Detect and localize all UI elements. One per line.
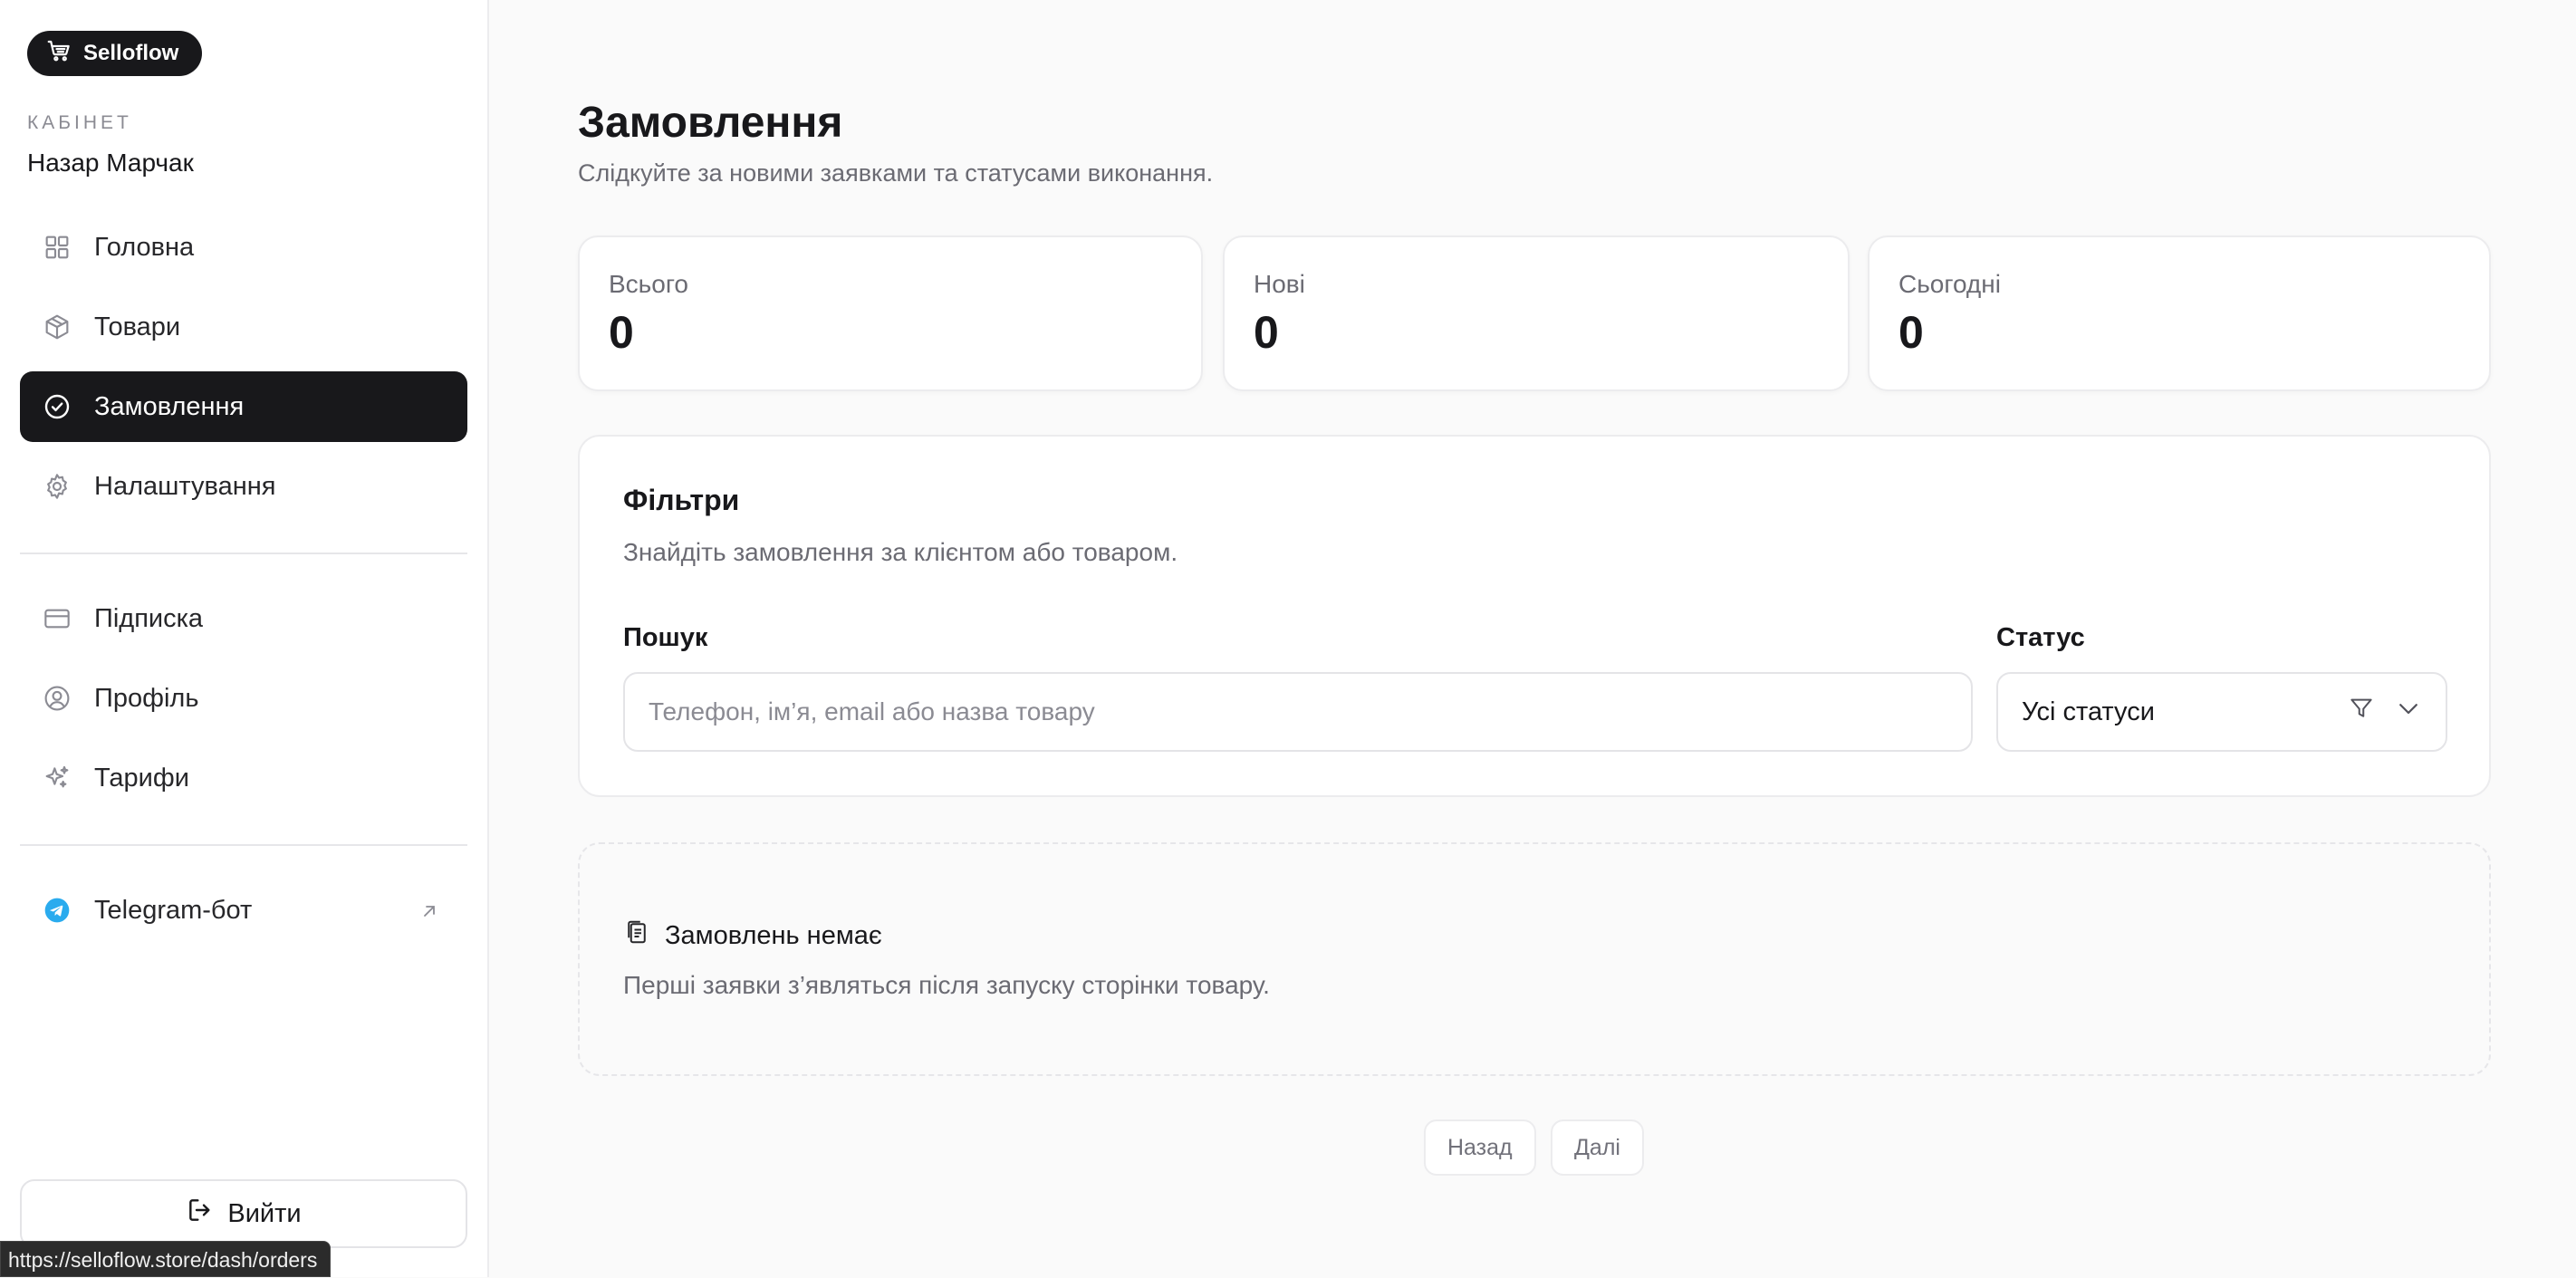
status-url: https://selloflow.store/dash/orders <box>0 1241 332 1277</box>
gear-icon <box>42 471 72 502</box>
sidebar: Selloflow КАБІНЕТ Назар Марчак Головна Т… <box>0 0 489 1277</box>
sidebar-item-label: Товари <box>94 312 181 341</box>
search-input[interactable] <box>623 672 1973 752</box>
sidebar-item-label: Головна <box>94 232 195 262</box>
status-select[interactable]: Усі статуси <box>1996 672 2447 752</box>
sidebar-item-label: Тарифи <box>94 763 189 793</box>
sidebar-divider <box>20 553 467 554</box>
main-content: Замовлення Слідкуйте за новими заявками … <box>489 0 2576 1277</box>
arrow-up-right-icon <box>418 899 440 921</box>
sidebar-item-telegram-bot[interactable]: Telegram-бот <box>20 875 467 946</box>
stat-value: 0 <box>1898 307 1924 358</box>
brand-logo[interactable]: Selloflow <box>27 31 203 76</box>
grid-icon <box>42 232 72 263</box>
box-icon <box>42 312 72 342</box>
user-name: Назар Марчак <box>27 149 194 177</box>
sidebar-item-profile[interactable]: Профіль <box>20 663 467 734</box>
page-title: Замовлення <box>578 99 843 147</box>
stat-value: 0 <box>609 307 634 358</box>
next-page-button[interactable]: Далі <box>1551 1119 1644 1176</box>
page-subtitle: Слідкуйте за новими заявками та статусам… <box>578 159 1214 187</box>
sidebar-item-label: Telegram-бот <box>94 895 253 925</box>
search-label: Пошук <box>623 623 708 652</box>
sidebar-item-pricing[interactable]: Тарифи <box>20 743 467 813</box>
user-circle-icon <box>42 683 72 714</box>
stat-label: Сьогодні <box>1898 270 2001 298</box>
filters-subtitle: Знайдіть замовлення за клієнтом або това… <box>623 538 1178 566</box>
brand-name: Selloflow <box>83 41 179 65</box>
chevron-down-icon <box>2395 695 2422 729</box>
empty-state-title: Замовлень немає <box>665 920 882 950</box>
sidebar-item-label: Налаштування <box>94 471 276 501</box>
sidebar-item-home[interactable]: Головна <box>20 212 467 283</box>
stat-value: 0 <box>1254 307 1279 358</box>
sparkles-icon <box>42 763 72 793</box>
account-section-label: КАБІНЕТ <box>27 112 132 133</box>
sidebar-item-settings[interactable]: Налаштування <box>20 451 467 522</box>
cart-icon <box>45 37 72 71</box>
logout-label: Вийти <box>227 1198 302 1228</box>
sidebar-item-label: Замовлення <box>94 391 245 421</box>
stat-label: Всього <box>609 270 689 298</box>
telegram-icon <box>42 895 72 926</box>
status-select-value: Усі статуси <box>2022 697 2155 726</box>
stat-card-new: Нові 0 <box>1223 235 1850 391</box>
filters-title: Фільтри <box>623 484 740 516</box>
sidebar-item-orders[interactable]: Замовлення <box>20 371 467 442</box>
empty-state-subtitle: Перші заявки з’являться після запуску ст… <box>623 971 1270 999</box>
empty-state: Замовлень немає Перші заявки з’являться … <box>578 842 2491 1076</box>
sidebar-item-label: Підписка <box>94 603 204 633</box>
prev-page-button[interactable]: Назад <box>1424 1119 1536 1176</box>
stat-label: Нові <box>1254 270 1305 298</box>
sidebar-item-label: Профіль <box>94 683 199 713</box>
credit-card-icon <box>42 603 72 634</box>
stat-card-total: Всього 0 <box>578 235 1203 391</box>
filter-icon <box>2348 695 2375 729</box>
empty-state-title-row: Замовлень немає <box>623 918 882 953</box>
check-circle-icon <box>42 391 72 422</box>
filters-card: Фільтри Знайдіть замовлення за клієнтом … <box>578 435 2491 797</box>
logout-button[interactable]: Вийти <box>20 1179 467 1248</box>
stat-card-today: Сьогодні 0 <box>1868 235 2491 391</box>
sidebar-item-subscription[interactable]: Підписка <box>20 583 467 654</box>
sidebar-item-products[interactable]: Товари <box>20 292 467 362</box>
sidebar-divider <box>20 844 467 846</box>
clipboard-icon <box>623 918 650 953</box>
status-label: Статус <box>1996 623 2085 652</box>
logout-icon <box>186 1196 215 1232</box>
